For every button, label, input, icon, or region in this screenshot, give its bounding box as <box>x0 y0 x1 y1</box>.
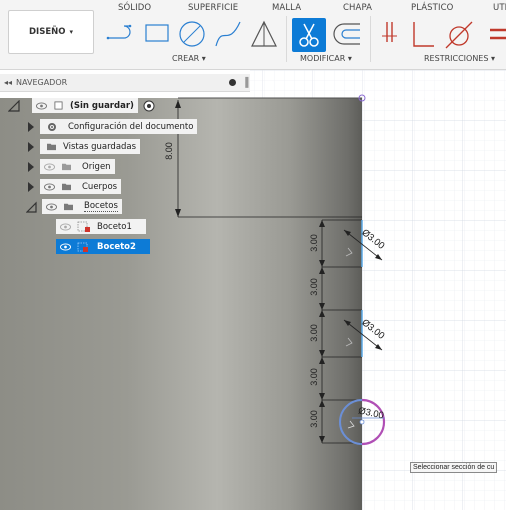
spacing-dimensions <box>321 219 362 444</box>
radio-active-icon[interactable] <box>142 99 156 113</box>
tab-mesh[interactable]: MALLA <box>272 3 301 13</box>
equal-constraint-icon[interactable] <box>488 18 506 50</box>
root-node[interactable]: (Sin guardar) <box>8 98 156 113</box>
eye-icon[interactable] <box>60 243 71 251</box>
nav-item-label: Vistas guardadas <box>63 141 137 152</box>
sketch-icon <box>77 221 90 232</box>
dimension-3-label[interactable]: 3.00 <box>309 278 319 296</box>
tab-utilities[interactable]: UTI <box>493 3 506 13</box>
selection-tooltip: Seleccionar sección de cu <box>410 462 498 473</box>
eye-icon[interactable] <box>46 203 57 211</box>
nav-item-sketches[interactable]: Bocetos <box>26 199 122 214</box>
collapsed-triangle-icon[interactable] <box>28 141 34 152</box>
folder-icon <box>62 183 71 191</box>
navigator-header: ◂◂ NAVEGADOR ▐ <box>0 74 250 92</box>
root-label-box[interactable]: (Sin guardar) <box>32 98 138 113</box>
nav-item-label: Configuración del documento <box>68 121 194 132</box>
dimension-3-label[interactable]: 3.00 <box>309 324 319 342</box>
dimension-3-label[interactable]: 3.00 <box>309 234 319 252</box>
modify-group-label[interactable]: MODIFICAR ▾ <box>300 54 352 63</box>
workspace-dropdown[interactable]: DISEÑO ▾ <box>8 10 94 54</box>
gear-icon <box>48 122 56 131</box>
sketch-grid <box>175 70 506 510</box>
eye-icon[interactable] <box>44 183 55 191</box>
pin-icon[interactable] <box>229 79 236 86</box>
sketch-icon <box>77 242 88 252</box>
navigator-title: NAVEGADOR <box>16 78 68 87</box>
collapsed-triangle-icon[interactable] <box>28 181 34 192</box>
dimension-3-label[interactable]: 3.00 <box>309 410 319 428</box>
chevron-down-icon: ▾ <box>69 28 73 36</box>
tab-sheet-metal[interactable]: CHAPA <box>343 3 372 13</box>
parallel-constraint-icon[interactable] <box>380 18 400 50</box>
folder-icon <box>64 203 73 211</box>
divider <box>370 16 371 62</box>
document-icon <box>54 101 63 110</box>
create-group-label[interactable]: CREAR ▾ <box>172 54 206 63</box>
nav-item-box[interactable]: Cuerpos <box>40 179 122 194</box>
eye-icon[interactable] <box>44 163 55 171</box>
tab-surface[interactable]: SUPERFICIE <box>188 3 238 13</box>
divider <box>286 16 287 62</box>
nav-item-box[interactable]: Vistas guardadas <box>40 139 141 154</box>
collapse-icon[interactable]: ◂◂ <box>4 78 12 87</box>
nav-item-saved-views[interactable]: Vistas guardadas <box>28 139 141 154</box>
dimension-8-label[interactable]: 8.00 <box>164 142 174 160</box>
toolbar: SÓLIDO SUPERFICIE MALLA CHAPA PLÁSTICO U… <box>0 0 506 70</box>
eye-icon[interactable] <box>60 223 71 231</box>
dimension-3-label[interactable]: 3.00 <box>309 368 319 386</box>
nav-item-box[interactable]: Configuración del documento <box>40 119 198 134</box>
line-icon[interactable] <box>106 18 136 50</box>
root-label: (Sin guardar) <box>70 100 134 111</box>
workspace-label: DISEÑO <box>28 27 66 37</box>
collapsed-triangle-icon[interactable] <box>28 161 34 172</box>
nav-item-label: Cuerpos <box>82 181 118 192</box>
expanded-triangle-icon[interactable] <box>8 99 22 112</box>
sketch-box[interactable]: Boceto1 <box>56 219 146 234</box>
constraints-group-label[interactable]: RESTRICCIONES ▾ <box>424 54 495 63</box>
collapsed-triangle-icon[interactable] <box>28 121 34 132</box>
sketch-item-selected[interactable]: Boceto2 <box>56 239 150 254</box>
sketch-item[interactable]: Boceto1 <box>56 219 146 234</box>
nav-item-label: Origen <box>82 161 111 172</box>
polygon-icon[interactable] <box>250 18 278 50</box>
sketch-label: Boceto1 <box>97 221 132 232</box>
tab-plastic[interactable]: PLÁSTICO <box>411 3 453 13</box>
sketch-box-selected[interactable]: Boceto2 <box>56 239 150 254</box>
expanded-triangle-icon[interactable] <box>26 201 38 213</box>
nav-item-document-settings[interactable]: Configuración del documento <box>28 119 198 134</box>
nav-item-box[interactable]: Origen <box>40 159 115 174</box>
scissors-icon <box>299 23 319 47</box>
nav-item-label: Bocetos <box>84 201 118 212</box>
resize-handle[interactable]: ▐ <box>242 77 248 87</box>
nav-item-bodies[interactable]: Cuerpos <box>28 179 122 194</box>
eye-icon[interactable] <box>36 102 47 110</box>
rectangle-icon[interactable] <box>143 18 171 50</box>
offset-icon[interactable] <box>330 18 362 50</box>
folder-icon <box>47 143 56 151</box>
circle-icon[interactable] <box>178 18 208 50</box>
sketch-label: Boceto2 <box>97 241 136 252</box>
tangent-constraint-icon[interactable] <box>444 18 474 50</box>
nav-item-origin[interactable]: Origen <box>28 159 115 174</box>
design-canvas[interactable]: 8.00 3.00 3.00 3.00 3.00 3.00 Ø3.00 Ø3.0… <box>0 70 506 510</box>
folder-icon <box>62 163 71 171</box>
spline-icon[interactable] <box>214 18 244 50</box>
trim-tool-active[interactable] <box>292 18 326 52</box>
nav-item-box[interactable]: Bocetos <box>42 199 122 214</box>
perpendicular-constraint-icon[interactable] <box>410 18 436 50</box>
tab-solid[interactable]: SÓLIDO <box>118 3 151 13</box>
